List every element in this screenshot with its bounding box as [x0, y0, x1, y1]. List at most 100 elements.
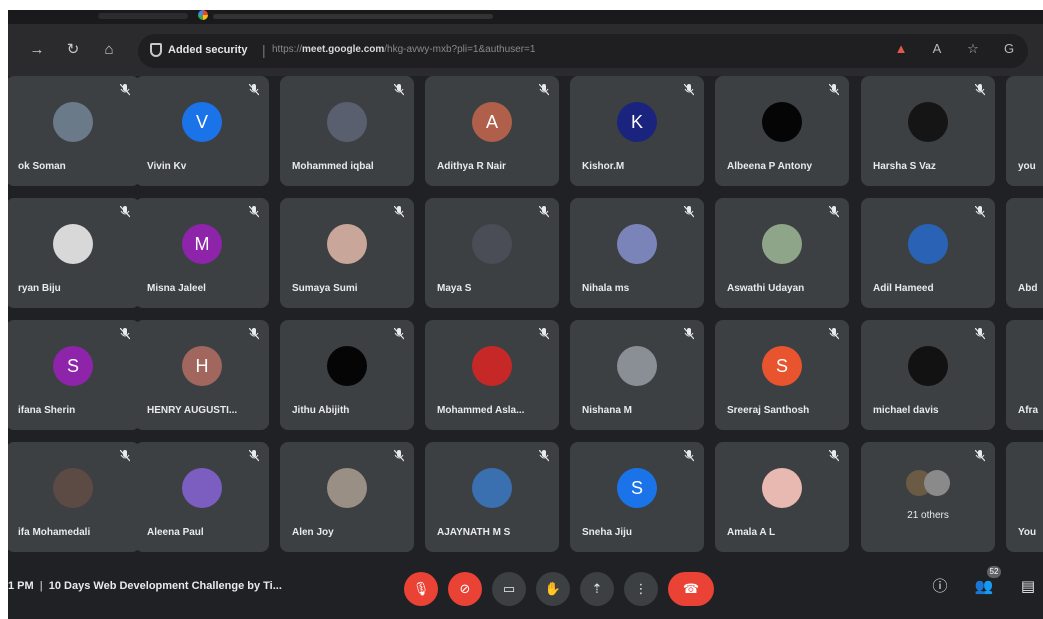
participant-grid: ok Soman V Vivin Kv Mohammed iqbal A Adithya …	[8, 76, 1043, 556]
participant-tile[interactable]: Abd	[1006, 198, 1043, 308]
others-count-label: 21 others	[907, 510, 949, 521]
call-controls: 🎙 ⊘ ▭ ✋ ⇡ ⋮ ☎	[404, 572, 714, 606]
participant-tile[interactable]: Adil Hameed	[861, 198, 995, 308]
participant-tile[interactable]: AJAYNATH M S	[425, 442, 559, 552]
participant-name: Nihala ms	[582, 283, 630, 294]
participant-name: Aleena Paul	[147, 527, 204, 538]
mic-off-icon	[684, 206, 694, 218]
participant-tile[interactable]: Sumaya Sumi	[280, 198, 414, 308]
mic-off-icon	[120, 206, 130, 218]
favorites-icon[interactable]: ☆	[966, 42, 980, 56]
participant-name: Nishana M	[582, 405, 633, 416]
forward-icon[interactable]: →	[28, 42, 46, 58]
participant-tile[interactable]: ifa Mohamedali	[8, 442, 140, 552]
mic-off-icon	[120, 450, 130, 462]
participant-name: Sreeraj Santhosh	[727, 405, 810, 416]
participant-name: ifana Sherin	[18, 405, 76, 416]
participant-tile[interactable]: Albeena P Antony	[715, 76, 849, 186]
mic-off-button[interactable]: 🎙	[404, 572, 438, 606]
meeting-info: 1 PM | 10 Days Web Development Challenge b…	[8, 580, 282, 592]
mic-off-icon	[684, 84, 694, 96]
participant-tile[interactable]: Amala A L	[715, 442, 849, 552]
meeting-title: 10 Days Web Development Challenge by Ti.…	[48, 580, 282, 592]
participant-tile[interactable]: You	[1006, 442, 1043, 552]
participant-name: you	[1018, 161, 1036, 172]
participant-tile[interactable]: Harsha S Vaz	[861, 76, 995, 186]
avatar: K	[617, 102, 657, 142]
side-controls: ⓘ 👥 52 ▤	[929, 566, 1039, 598]
participant-tile[interactable]: Maya S	[425, 198, 559, 308]
participant-tile[interactable]: 21 others	[861, 442, 995, 552]
avatar	[327, 468, 367, 508]
participant-tile[interactable]: V Vivin Kv	[135, 76, 269, 186]
mic-off-icon	[975, 328, 985, 340]
mic-off-icon	[829, 328, 839, 340]
present-button[interactable]: ⇡	[580, 572, 614, 606]
avatar	[908, 224, 948, 264]
avatar	[762, 102, 802, 142]
tab[interactable]	[213, 14, 493, 19]
avatar	[53, 468, 93, 508]
participant-tile[interactable]: M Misna Jaleel	[135, 198, 269, 308]
participant-name: Mohammed Asla...	[437, 405, 525, 416]
mic-off-icon	[120, 328, 130, 340]
participant-tile[interactable]: ok Soman	[8, 76, 140, 186]
leave-call-button[interactable]: ☎	[668, 572, 714, 606]
participant-name: ok Soman	[18, 161, 66, 172]
mic-off-icon	[539, 328, 549, 340]
meeting-details-icon[interactable]: ⓘ	[929, 576, 951, 598]
read-aloud-icon[interactable]: A	[930, 42, 944, 56]
camera-blocked-icon[interactable]: ▲	[894, 42, 908, 56]
avatar	[472, 468, 512, 508]
participant-tile[interactable]: Jithu Abijith	[280, 320, 414, 430]
mic-off-icon	[120, 84, 130, 96]
mic-off-icon	[249, 328, 259, 340]
mic-off-icon	[684, 450, 694, 462]
participant-tile[interactable]: Sifana Sherin	[8, 320, 140, 430]
participant-tile[interactable]: Afra	[1006, 320, 1043, 430]
reload-icon[interactable]: ↻	[64, 42, 82, 58]
people-icon[interactable]: 👥 52	[973, 566, 1001, 598]
tab[interactable]	[98, 13, 188, 19]
avatar: S	[53, 346, 93, 386]
participant-tile[interactable]: michael davis	[861, 320, 995, 430]
meet-window: → ↻ ⌂ Added security | https://meet.goog…	[8, 10, 1043, 619]
home-icon[interactable]: ⌂	[100, 42, 118, 58]
avatar: A	[472, 102, 512, 142]
participant-name: Mohammed iqbal	[292, 161, 374, 172]
shield-icon	[150, 43, 162, 57]
participant-tile[interactable]: Mohammed iqbal	[280, 76, 414, 186]
participant-name: Amala A L	[727, 527, 776, 538]
address-bar[interactable]: Added security | https://meet.google.com…	[138, 34, 1028, 68]
participant-tile[interactable]: Aleena Paul	[135, 442, 269, 552]
participant-tile[interactable]: Nihala ms	[570, 198, 704, 308]
participant-tile[interactable]: K Kishor.M	[570, 76, 704, 186]
mic-off-icon	[249, 84, 259, 96]
more-options-button[interactable]: ⋮	[624, 572, 658, 606]
participant-tile[interactable]: Mohammed Asla...	[425, 320, 559, 430]
participant-tile[interactable]: Alen Joy	[280, 442, 414, 552]
participant-name: AJAYNATH M S	[437, 527, 511, 538]
url-text[interactable]: https://meet.google.com/hkg-avwy-mxb?pli…	[272, 44, 535, 55]
browser-toolbar: → ↻ ⌂ Added security | https://meet.goog…	[8, 24, 1043, 76]
participant-tile[interactable]: S Sreeraj Santhosh	[715, 320, 849, 430]
mic-off-icon	[394, 84, 404, 96]
participant-tile[interactable]: Nishana M	[570, 320, 704, 430]
mic-off-icon	[249, 206, 259, 218]
participant-tile[interactable]: S Sneha Jiju	[570, 442, 704, 552]
camera-off-button[interactable]: ⊘	[448, 572, 482, 606]
participant-name: Afra	[1018, 405, 1039, 416]
participant-name: Adithya R Nair	[437, 161, 506, 172]
participant-tile[interactable]: ryan Biju	[8, 198, 140, 308]
participant-name: Albeena P Antony	[727, 161, 813, 172]
extension-icon[interactable]: G	[1002, 42, 1016, 56]
google-favicon-icon	[198, 10, 208, 20]
participant-tile[interactable]: you	[1006, 76, 1043, 186]
raise-hand-button[interactable]: ✋	[536, 572, 570, 606]
participant-tile[interactable]: H HENRY AUGUSTI...	[135, 320, 269, 430]
participant-tile[interactable]: Aswathi Udayan	[715, 198, 849, 308]
chat-icon[interactable]: ▤	[1017, 576, 1039, 598]
captions-button[interactable]: ▭	[492, 572, 526, 606]
avatar	[762, 468, 802, 508]
participant-tile[interactable]: A Adithya R Nair	[425, 76, 559, 186]
